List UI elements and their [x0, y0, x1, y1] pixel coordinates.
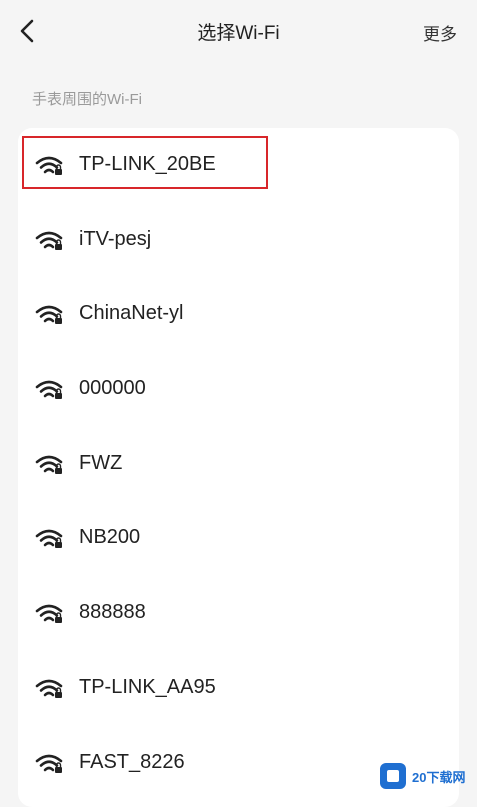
wifi-network-name: 000000	[79, 377, 146, 400]
wifi-signal-icon	[35, 603, 63, 625]
wifi-network-name: NB200	[79, 526, 141, 549]
wifi-network-name: TP-LINK_AA95	[79, 675, 216, 698]
brand-text: 20下载网	[412, 769, 466, 785]
wifi-signal-icon	[35, 304, 63, 326]
watermark-brand: 20下载网	[380, 761, 472, 791]
wifi-signal-icon	[35, 379, 63, 401]
wifi-network-item[interactable]: iTV-pesj	[18, 203, 459, 278]
wifi-network-item[interactable]: 000000	[18, 352, 459, 427]
wifi-signal-icon	[35, 454, 63, 476]
wifi-signal-icon	[35, 678, 63, 700]
section-label: 手表周围的Wi-Fi	[32, 91, 142, 108]
wifi-network-item[interactable]: ChinaNet-yl	[18, 277, 459, 352]
page-title: 选择Wi-Fi	[197, 23, 280, 44]
wifi-network-name: 888888	[79, 601, 146, 624]
more-button[interactable]: 更多	[423, 20, 457, 45]
top-bar: 选择Wi-Fi 更多	[0, 0, 477, 62]
wifi-network-item[interactable]: TP-LINK_20BE	[18, 128, 459, 203]
wifi-network-item[interactable]: FWZ	[18, 427, 459, 502]
wifi-network-item[interactable]: TP-LINK_AA95	[18, 651, 459, 726]
wifi-signal-icon	[35, 155, 63, 177]
wifi-network-item[interactable]: 888888	[18, 576, 459, 651]
brand-logo-icon	[380, 763, 406, 789]
wifi-network-name: TP-LINK_20BE	[79, 153, 216, 175]
wifi-signal-icon	[35, 528, 63, 550]
wifi-list: TP-LINK_20BE iTV-pesj ChinaNet-yl 000000 FWZ…	[18, 128, 459, 800]
wifi-signal-icon	[35, 753, 63, 775]
wifi-network-item[interactable]: NB200	[18, 501, 459, 576]
wifi-network-name: FAST_8226	[79, 750, 185, 773]
wifi-network-name: FWZ	[79, 451, 123, 474]
wifi-network-name: iTV-pesj	[79, 227, 152, 250]
wifi-network-name: ChinaNet-yl	[79, 302, 184, 325]
wifi-signal-icon	[35, 230, 63, 252]
wifi-list-card: TP-LINK_20BE iTV-pesj ChinaNet-yl 000000 FWZ…	[18, 128, 459, 807]
